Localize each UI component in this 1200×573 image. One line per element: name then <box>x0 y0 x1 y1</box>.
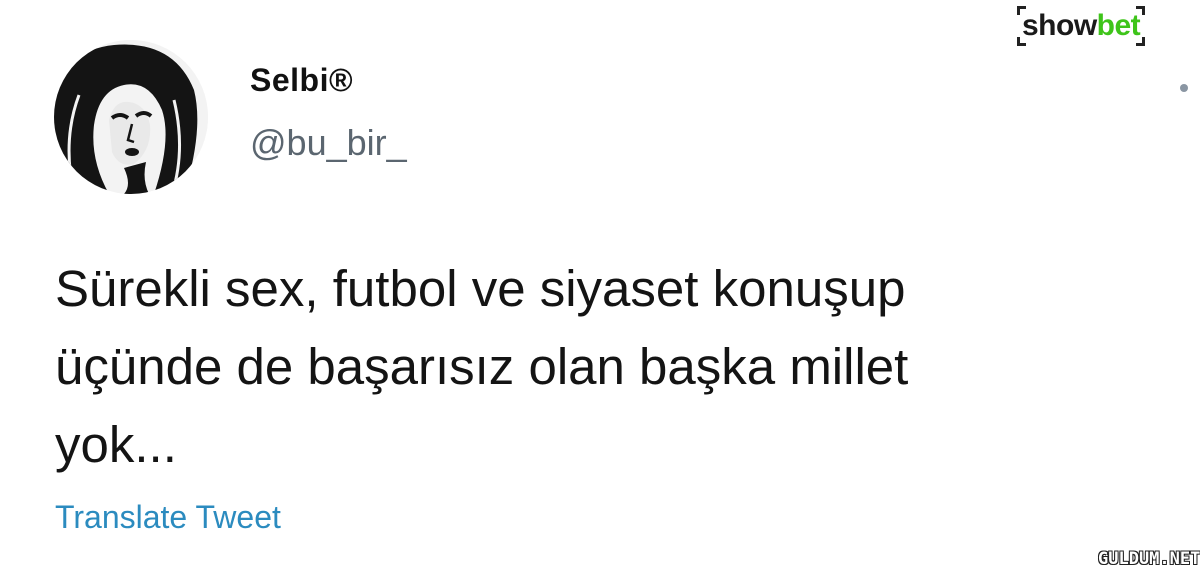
logo-text-show: show <box>1022 9 1097 42</box>
logo-bracket-corner <box>1136 6 1146 15</box>
showbet-logo: showbet <box>1017 6 1146 46</box>
tweet-text-line: üçünde de başarısız olan başka millet <box>55 338 909 395</box>
logo-text-bet: bet <box>1096 9 1141 42</box>
site-watermark: GULDUM.NET <box>1098 549 1200 569</box>
logo-text: showbet <box>1022 9 1141 43</box>
logo-bracket-corner <box>1017 6 1026 15</box>
tweet-text: Sürekli sex, futbol ve siyaset konuşup ü… <box>55 250 1165 484</box>
user-handle[interactable]: @bu_bir_ <box>250 122 407 164</box>
avatar[interactable] <box>54 40 208 194</box>
more-options-icon[interactable] <box>1180 84 1188 92</box>
tweet-text-line: Sürekli sex, futbol ve siyaset konuşup <box>55 260 906 317</box>
tweet-text-line: yok... <box>55 416 177 473</box>
display-name[interactable]: Selbi® <box>250 62 353 99</box>
logo-bracket-corner <box>1136 37 1146 46</box>
translate-tweet-link[interactable]: Translate Tweet <box>55 499 281 536</box>
avatar-portrait <box>54 40 208 194</box>
logo-bracket-corner <box>1017 37 1026 46</box>
